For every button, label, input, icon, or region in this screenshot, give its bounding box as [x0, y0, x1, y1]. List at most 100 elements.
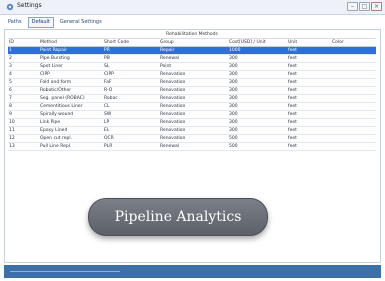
cell-short-code[interactable]: SL — [104, 63, 144, 70]
cell-unit[interactable]: feet — [288, 79, 318, 86]
close-button[interactable]: × — [371, 2, 382, 11]
cell-cost[interactable]: 300 — [229, 55, 279, 62]
cell-group[interactable]: Renewal — [160, 55, 210, 62]
column-header-id[interactable]: ID — [9, 39, 23, 46]
cell-method[interactable]: Point Repair — [40, 47, 95, 54]
cell-cost[interactable]: 300 — [229, 71, 279, 78]
cell-id[interactable]: 3 — [9, 63, 23, 70]
cell-cost[interactable]: 300 — [229, 79, 279, 86]
cell-method[interactable]: CIPP — [40, 71, 95, 78]
cell-method[interactable]: Epoxy Lined — [40, 127, 95, 134]
cell-short-code[interactable]: FaF — [104, 79, 144, 86]
cell-cost[interactable]: 300 — [229, 95, 279, 102]
cell-short-code[interactable]: OCR — [104, 135, 144, 142]
cell-method[interactable]: Cementitious Liner — [40, 103, 95, 110]
table-row[interactable]: 12Open cut repl.OCRRenovation500feetLigh… — [8, 135, 376, 143]
cell-group[interactable]: Renovation — [160, 71, 210, 78]
cell-cost[interactable]: 300 — [229, 87, 279, 94]
cell-cost[interactable]: 1000 — [229, 47, 279, 54]
column-header-color[interactable]: Color — [332, 39, 376, 46]
table-row[interactable]: 7 Seg. panel (ROBAC) Robac Renovation 300 fee… — [8, 95, 376, 103]
cell-method[interactable]: Robotic/Other — [40, 87, 95, 94]
cell-group[interactable]: Renovation — [160, 127, 210, 134]
cell-group[interactable]: Point — [160, 63, 210, 70]
cell-group[interactable]: Renovation — [160, 135, 210, 142]
cell-short-code[interactable]: R-O — [104, 87, 144, 94]
cell-cost[interactable]: 300 — [229, 127, 279, 134]
cell-method[interactable]: Fold and form — [40, 79, 95, 86]
table-row[interactable]: 3Spot LinerSLPoint300feetRed — [8, 63, 376, 71]
table-row[interactable]: 9Spirally woundSWRenovation300feetYellow… — [8, 111, 376, 119]
cell-unit[interactable]: feet — [288, 63, 318, 70]
column-header-short-code[interactable]: Short Code — [104, 39, 144, 46]
cell-short-code[interactable]: EL — [104, 127, 144, 134]
cell-unit[interactable]: feet — [288, 135, 318, 142]
cell-id[interactable]: 11 — [9, 127, 23, 134]
cell-short-code[interactable]: CL — [104, 103, 144, 110]
cell-id[interactable]: 6 — [9, 87, 23, 94]
cell-group[interactable]: Renovation — [160, 87, 210, 94]
cell-unit[interactable]: feet — [288, 71, 318, 78]
cell-id[interactable]: 10 — [9, 119, 23, 126]
cell-group[interactable]: Renovation — [160, 119, 210, 126]
cell-id[interactable]: 9 — [9, 111, 23, 118]
maximize-button[interactable]: □ — [359, 2, 370, 11]
cell-method[interactable]: Pipe Bursting — [40, 55, 95, 62]
cell-id[interactable]: 8 — [9, 103, 23, 110]
cell-cost[interactable]: 300 — [229, 119, 279, 126]
cell-short-code[interactable]: PR — [104, 47, 144, 54]
cell-cost[interactable]: 500 — [229, 143, 279, 150]
cell-method[interactable]: Spirally wound — [40, 111, 95, 118]
cell-unit[interactable]: feet — [288, 143, 318, 150]
cell-group[interactable]: Renovation — [160, 95, 210, 102]
table-row[interactable]: 11Epoxy LinedELRenovation300feetRed — [8, 127, 376, 135]
table-row[interactable]: 8Cementitious LinerCLRenovation300feetRe… — [8, 103, 376, 111]
table-row[interactable]: 5Fold and formFaFRenovation300feetRed — [8, 79, 376, 87]
cell-unit[interactable]: feet — [288, 87, 318, 94]
cell-unit[interactable]: feet — [288, 47, 318, 54]
tab-paths[interactable]: Paths — [4, 17, 26, 28]
cell-unit[interactable]: feet — [288, 111, 318, 118]
table-row[interactable]: 4CIPPCIPPRenovation300feetDarkGoldenrod — [8, 71, 376, 79]
cell-group[interactable]: Renewal — [160, 143, 210, 150]
column-header-group[interactable]: Group — [160, 39, 210, 46]
cell-id[interactable]: 2 — [9, 55, 23, 62]
cell-cost[interactable]: 300 — [229, 63, 279, 70]
cell-unit[interactable]: feet — [288, 127, 318, 134]
cell-group[interactable]: Repair — [160, 47, 210, 54]
table-row[interactable]: 1Point RepairPRRepair1000feetFirebrick — [8, 47, 376, 55]
cell-short-code[interactable]: CIPP — [104, 71, 144, 78]
minimize-button[interactable]: – — [347, 2, 358, 11]
cell-id[interactable]: 13 — [9, 143, 23, 150]
table-row[interactable]: 6Robotic/OtherR-ORenovation300feetMedium… — [8, 87, 376, 95]
cell-id[interactable]: 5 — [9, 79, 23, 86]
cell-method[interactable]: Pull Line Repl. — [40, 143, 95, 150]
table-row[interactable]: 10Link PipeLPRenovation300feetRed — [8, 119, 376, 127]
cell-short-code[interactable]: LP — [104, 119, 144, 126]
cell-unit[interactable]: feet — [288, 119, 318, 126]
cell-cost[interactable]: 500 — [229, 135, 279, 142]
cell-cost[interactable]: 300 — [229, 103, 279, 110]
column-header-method[interactable]: Method — [40, 39, 95, 46]
cell-method[interactable]: Spot Liner — [40, 63, 95, 70]
cell-unit[interactable]: feet — [288, 55, 318, 62]
cell-group[interactable]: Renovation — [160, 103, 210, 110]
cell-short-code[interactable]: PB — [104, 55, 144, 62]
cell-id[interactable]: 4 — [9, 71, 23, 78]
cell-unit[interactable]: feet — [288, 103, 318, 110]
table-row[interactable]: 13Pull Line Repl.PLRRenewal500feetRed — [8, 143, 376, 151]
cell-short-code[interactable]: SW — [104, 111, 144, 118]
tab-default[interactable]: Default — [27, 17, 54, 28]
cell-cost[interactable]: 300 — [229, 111, 279, 118]
cell-group[interactable]: Renovation — [160, 79, 210, 86]
cell-id[interactable]: 12 — [9, 135, 23, 142]
table-row[interactable]: 2Pipe BurstingPBRenewal300feetFirebrick — [8, 55, 376, 63]
tab-general-settings[interactable]: General Settings — [56, 17, 106, 28]
cell-short-code[interactable]: PLR — [104, 143, 144, 150]
column-header-cost[interactable]: Cost[USD] / Unit — [229, 39, 279, 46]
column-header-unit[interactable]: Unit — [288, 39, 318, 46]
cell-method[interactable]: Seg. panel (ROBAC) — [40, 95, 95, 102]
cell-short-code[interactable]: Robac — [104, 95, 144, 102]
cell-method[interactable]: Link Pipe — [40, 119, 95, 126]
cell-id[interactable]: 7 — [9, 95, 23, 102]
